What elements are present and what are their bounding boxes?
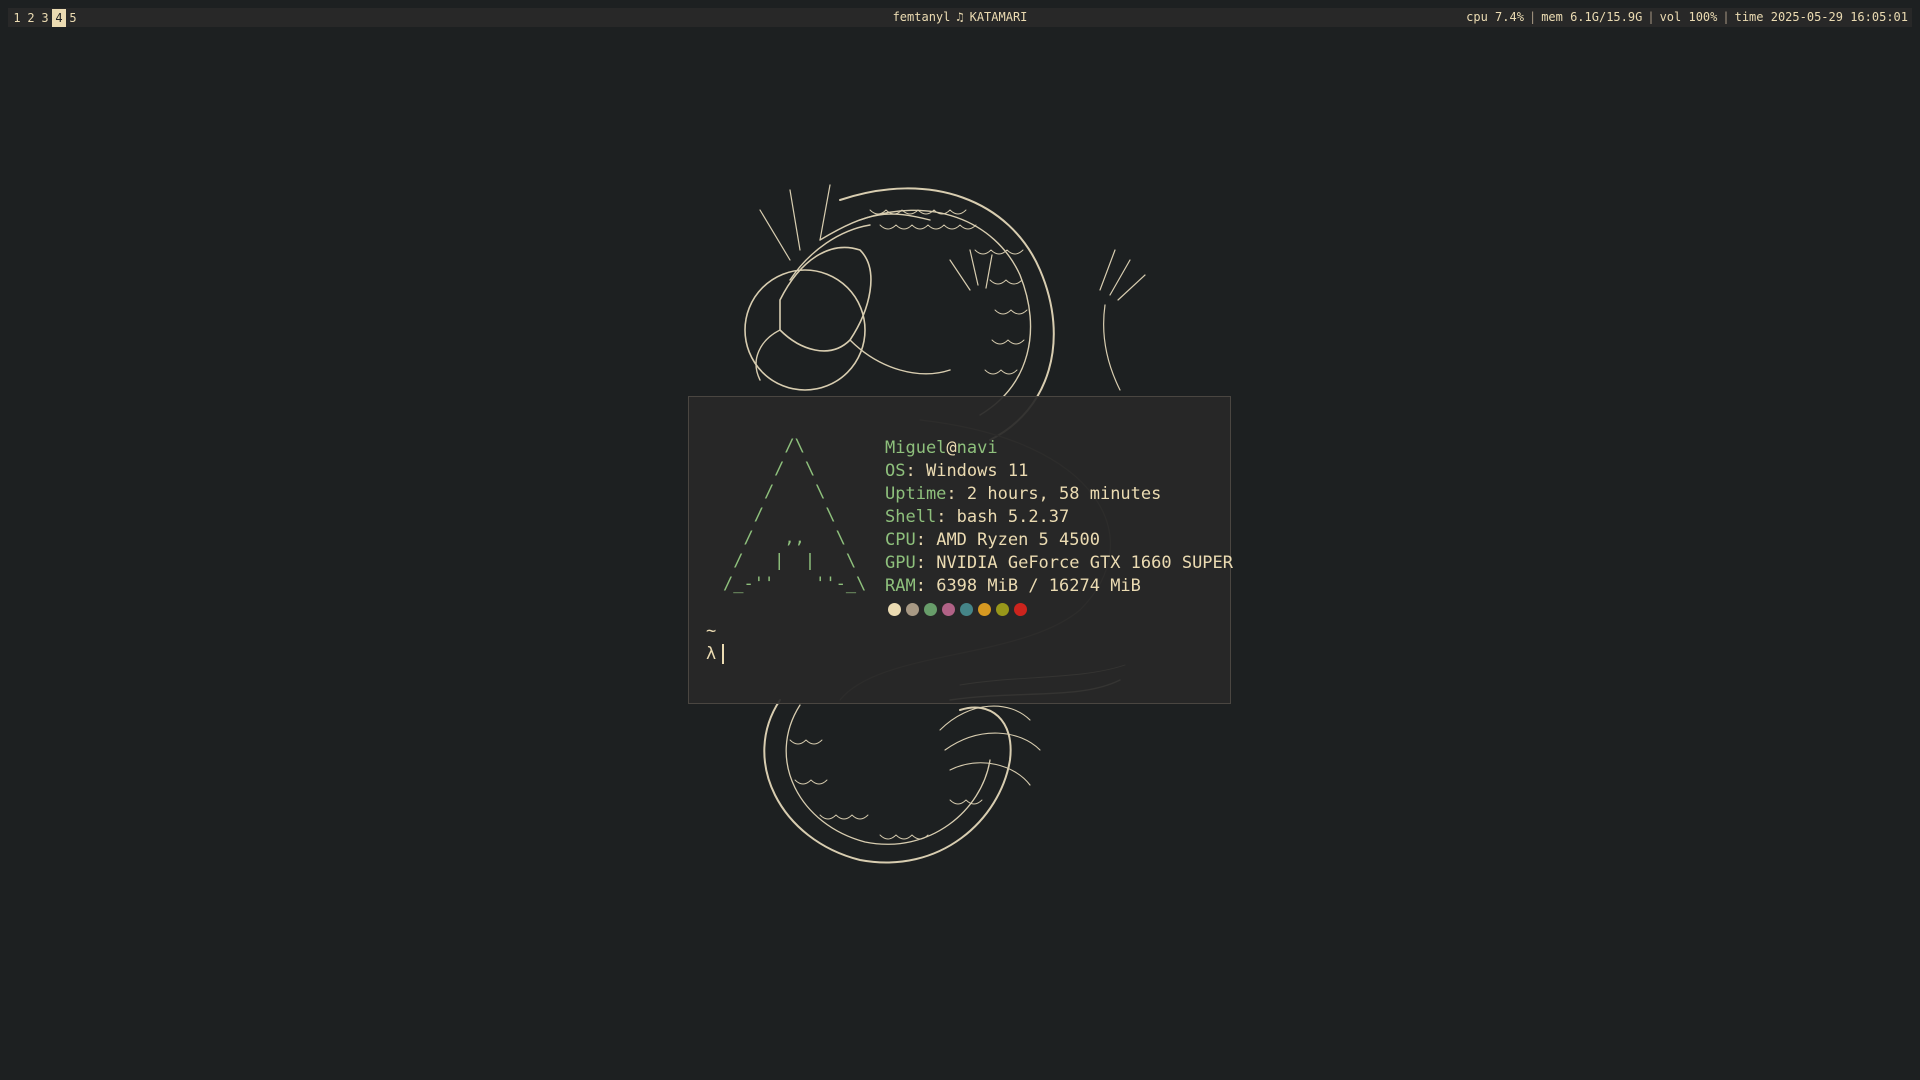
info-colon: : <box>946 484 967 504</box>
hostname: navi <box>956 438 998 458</box>
info-value: NVIDIA GeForce GTX 1660 SUPER <box>936 553 1234 573</box>
palette-swatch <box>960 603 973 616</box>
status-separator: | <box>1722 10 1730 24</box>
dragon-tail <box>763 699 1012 864</box>
info-key: Uptime <box>885 484 947 504</box>
info-value: Windows 11 <box>925 461 1029 481</box>
palette-swatch <box>924 603 937 616</box>
now-playing-track: KATAMARI <box>969 10 1028 24</box>
dragon-scales <box>869 209 1028 375</box>
system-info: Miguel@navi OS: Windows 11 Uptime: 2 hour… <box>885 437 1233 621</box>
now-playing-artist: femtanyl <box>892 10 951 24</box>
info-row-ram: RAM: 6398 MiB / 16274 MiB <box>885 575 1233 598</box>
volume-status[interactable]: vol 100% <box>1660 10 1718 24</box>
palette-swatch <box>1014 603 1027 616</box>
info-row-gpu: GPU: NVIDIA GeForce GTX 1660 SUPER <box>885 552 1233 575</box>
info-colon: : <box>915 553 937 573</box>
status-separator: | <box>1528 10 1537 24</box>
info-value: bash 5.2.37 <box>956 507 1070 527</box>
palette-swatch <box>996 603 1009 616</box>
info-row-shell: Shell: bash 5.2.37 <box>885 506 1233 529</box>
username: Miguel <box>885 438 947 458</box>
text-cursor <box>722 644 725 664</box>
info-key: CPU <box>885 530 916 550</box>
dragon-claw <box>1099 249 1146 391</box>
status-area: cpu 7.4% | mem 6.1G/15.9G | vol 100% | time 20… <box>1466 8 1908 27</box>
palette-swatch <box>888 603 901 616</box>
ascii-logo: /\ / \ / \ / \ / ,, \ / | | \ /_-'' ''-_… <box>723 436 867 594</box>
clock-status: time 2025-05-29 16:05:01 <box>1734 10 1908 24</box>
wallpaper-moon <box>744 269 866 391</box>
memory-status: mem 6.1G/15.9G <box>1541 10 1643 24</box>
current-directory: ~ <box>706 621 717 641</box>
info-row-os: OS: Windows 11 <box>885 460 1233 483</box>
info-list: OS: Windows 11 Uptime: 2 hours, 58 minute… <box>885 460 1233 598</box>
palette-swatch <box>942 603 955 616</box>
music-note-icon: ♫ <box>956 10 964 24</box>
cpu-status: cpu 7.4% <box>1466 10 1524 24</box>
color-palette <box>885 598 1233 621</box>
info-value: AMD Ryzen 5 4500 <box>936 530 1100 550</box>
info-colon: : <box>905 461 926 481</box>
info-key: GPU <box>885 553 916 573</box>
info-row-cpu: CPU: AMD Ryzen 5 4500 <box>885 529 1233 552</box>
prompt-line[interactable]: λ <box>706 643 725 666</box>
palette-swatch <box>906 603 919 616</box>
info-colon: : <box>915 576 937 596</box>
top-bar: 12345 femtanyl ♫ KATAMARI cpu 7.4% | mem 6.1… <box>0 0 1920 30</box>
user-host-line: Miguel@navi <box>885 437 1233 460</box>
top-bar-panel: 12345 femtanyl ♫ KATAMARI cpu 7.4% | mem 6.1… <box>8 8 1912 27</box>
status-separator: | <box>1647 10 1655 24</box>
info-colon: : <box>936 507 957 527</box>
at-sign: @ <box>946 438 957 458</box>
info-row-uptime: Uptime: 2 hours, 58 minutes <box>885 483 1233 506</box>
info-colon: : <box>915 530 937 550</box>
info-key: Shell <box>885 507 937 527</box>
palette-swatch <box>978 603 991 616</box>
prompt-symbol: λ <box>706 644 717 664</box>
info-key: OS <box>885 461 906 481</box>
prompt-area[interactable]: ~ λ <box>706 620 725 666</box>
terminal-window[interactable]: /\ / \ / \ / \ / ,, \ / | | \ /_-'' ''-_… <box>688 396 1233 704</box>
info-value: 2 hours, 58 minutes <box>966 484 1162 504</box>
info-value: 6398 MiB / 16274 MiB <box>936 576 1141 596</box>
info-key: RAM <box>885 576 916 596</box>
